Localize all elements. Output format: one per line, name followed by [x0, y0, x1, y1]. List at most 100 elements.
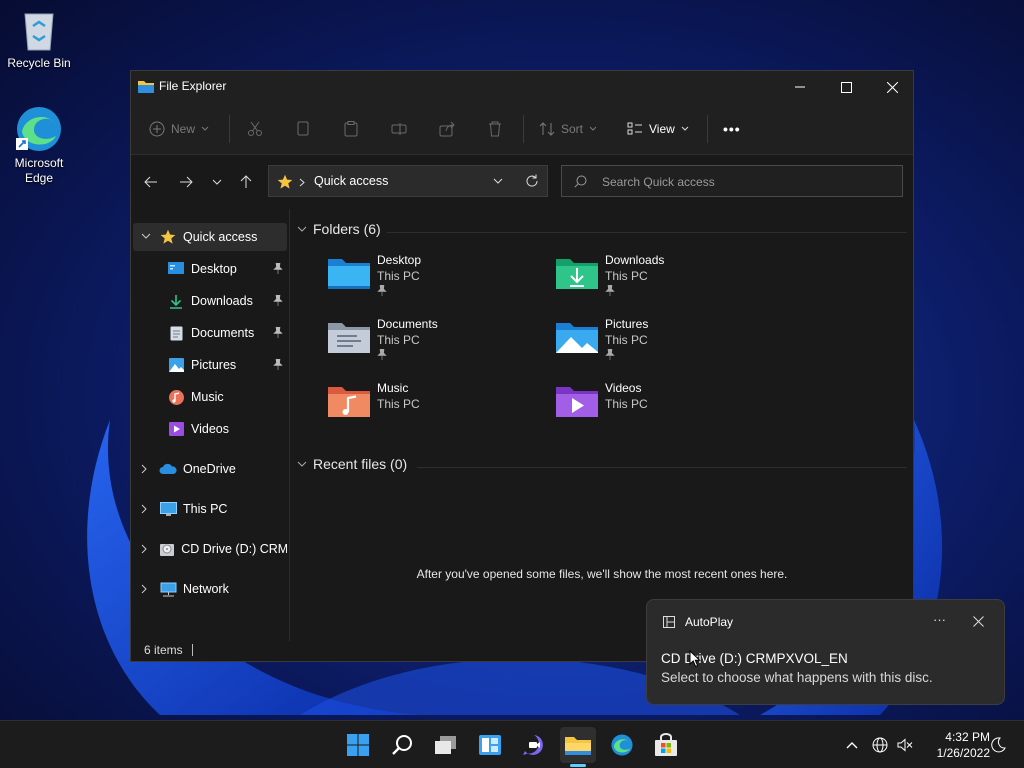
chat-button[interactable] — [516, 727, 552, 763]
desktop-icon-label: Microsoft Edge — [14, 156, 64, 185]
cloud-icon — [159, 460, 177, 478]
new-button[interactable]: New — [149, 113, 209, 145]
moon-icon — [991, 737, 1006, 753]
folder-tile-videos[interactable]: Videos This PC — [555, 379, 775, 435]
copy-button[interactable] — [295, 113, 311, 145]
cut-button[interactable] — [247, 113, 263, 145]
chevron-down-icon[interactable] — [493, 178, 503, 184]
sidebar-item-label: Documents — [191, 326, 255, 340]
pane-splitter[interactable] — [289, 209, 290, 641]
notification-close-button[interactable] — [973, 614, 987, 628]
chevron-right-icon — [299, 178, 305, 187]
close-button[interactable] — [869, 71, 915, 103]
documents-folder-icon — [328, 323, 370, 353]
navigation-row: Quick access Search Quick access — [131, 155, 913, 209]
sidebar-item-quick-access[interactable]: Quick access — [133, 223, 287, 251]
recent-files-empty-message: After you've opened some files, we'll sh… — [416, 567, 788, 581]
sidebar-item-network[interactable]: Network — [133, 575, 287, 603]
folders-section-header[interactable]: Folders (6) — [297, 221, 381, 237]
video-icon — [167, 420, 185, 438]
sidebar-item-cd-drive[interactable]: CD Drive (D:) CRMP. — [133, 535, 287, 563]
refresh-icon[interactable] — [525, 174, 539, 188]
globe-icon — [872, 737, 888, 753]
delete-button[interactable] — [487, 113, 503, 145]
pin-icon — [273, 359, 283, 370]
recent-files-section-header[interactable]: Recent files (0) — [297, 456, 407, 472]
chevron-right-icon[interactable] — [141, 464, 147, 477]
store-bag-icon — [655, 733, 677, 756]
share-button[interactable] — [439, 113, 455, 145]
task-view-icon — [435, 736, 456, 754]
folder-name: Music — [377, 381, 409, 395]
chevron-down-icon[interactable] — [141, 231, 151, 242]
clock[interactable]: 4:32 PM 1/26/2022 — [920, 729, 990, 761]
minimize-icon — [795, 86, 805, 88]
sidebar-item-label: Pictures — [191, 358, 237, 372]
desktop-icon-edge[interactable]: Microsoft Edge — [1, 104, 77, 186]
sidebar-item-videos[interactable]: Videos — [133, 415, 287, 443]
forward-button[interactable] — [174, 169, 198, 195]
close-icon — [973, 616, 984, 627]
sidebar-item-documents[interactable]: Documents — [133, 319, 287, 347]
chevron-right-icon[interactable] — [141, 584, 147, 597]
file-explorer-taskbar-button[interactable] — [560, 727, 596, 763]
navigation-pane: Quick access Desktop Downloads Documents — [131, 209, 289, 631]
search-box[interactable]: Search Quick access — [561, 165, 903, 197]
edge-taskbar-button[interactable] — [604, 727, 640, 763]
volume-tray-button[interactable] — [887, 727, 923, 763]
share-icon — [439, 121, 455, 137]
folder-location: This PC — [605, 269, 648, 283]
widgets-button[interactable] — [472, 727, 508, 763]
folder-tile-music[interactable]: Music This PC — [327, 379, 547, 435]
sidebar-item-onedrive[interactable]: OneDrive — [133, 455, 287, 483]
folder-tile-downloads[interactable]: Downloads This PC — [555, 251, 775, 307]
up-button[interactable] — [234, 169, 258, 195]
view-button[interactable]: View — [627, 113, 689, 145]
store-taskbar-button[interactable] — [648, 727, 684, 763]
chevron-right-icon[interactable] — [141, 504, 147, 517]
mouse-cursor-icon — [689, 650, 701, 668]
task-view-button[interactable] — [428, 727, 464, 763]
chevron-down-icon — [681, 126, 689, 131]
desktop-icon-recycle-bin[interactable]: Recycle Bin — [1, 8, 77, 71]
sidebar-item-downloads[interactable]: Downloads — [133, 287, 287, 315]
folder-location: This PC — [605, 333, 648, 347]
search-icon — [574, 175, 587, 188]
star-icon — [277, 174, 293, 189]
notification-center-button[interactable] — [984, 727, 1012, 763]
folder-name: Downloads — [605, 253, 665, 267]
network-icon — [159, 580, 177, 598]
speaker-muted-icon — [897, 738, 913, 752]
folder-tile-documents[interactable]: Documents This PC — [327, 315, 547, 371]
active-app-indicator — [570, 764, 586, 767]
sidebar-item-music[interactable]: Music — [133, 383, 287, 411]
rename-icon — [391, 123, 407, 135]
disc-drive-icon — [159, 540, 175, 558]
back-button[interactable] — [139, 169, 163, 195]
address-bar[interactable]: Quick access — [268, 165, 548, 197]
maximize-button[interactable] — [823, 71, 869, 103]
sidebar-item-pictures[interactable]: Pictures — [133, 351, 287, 379]
sidebar-item-this-pc[interactable]: This PC — [133, 495, 287, 523]
recent-locations-button[interactable] — [205, 169, 229, 195]
rename-button[interactable] — [391, 113, 407, 145]
chevron-right-icon[interactable] — [141, 544, 147, 557]
start-button[interactable] — [340, 727, 376, 763]
notification-body: Select to choose what happens with this … — [661, 670, 933, 685]
sidebar-item-desktop[interactable]: Desktop — [133, 255, 287, 283]
paste-button[interactable] — [343, 113, 359, 145]
minimize-button[interactable] — [777, 71, 823, 103]
folder-tile-desktop[interactable]: Desktop This PC — [327, 251, 547, 307]
arrow-right-icon — [180, 176, 193, 188]
sidebar-item-label: CD Drive (D:) CRMP. — [181, 542, 287, 556]
more-options-button[interactable]: ••• — [723, 113, 741, 145]
sort-button[interactable]: Sort — [539, 113, 597, 145]
folder-tile-pictures[interactable]: Pictures This PC — [555, 315, 775, 371]
notification-more-button[interactable]: ··· — [933, 612, 946, 627]
title-bar[interactable]: File Explorer — [131, 71, 913, 103]
sidebar-item-label: Quick access — [183, 230, 258, 244]
search-placeholder: Search Quick access — [602, 175, 715, 189]
folder-name: Videos — [605, 381, 642, 395]
content-pane: Folders (6) Desktop This PC Downloads Th… — [291, 209, 913, 641]
search-taskbar-button[interactable] — [384, 727, 420, 763]
